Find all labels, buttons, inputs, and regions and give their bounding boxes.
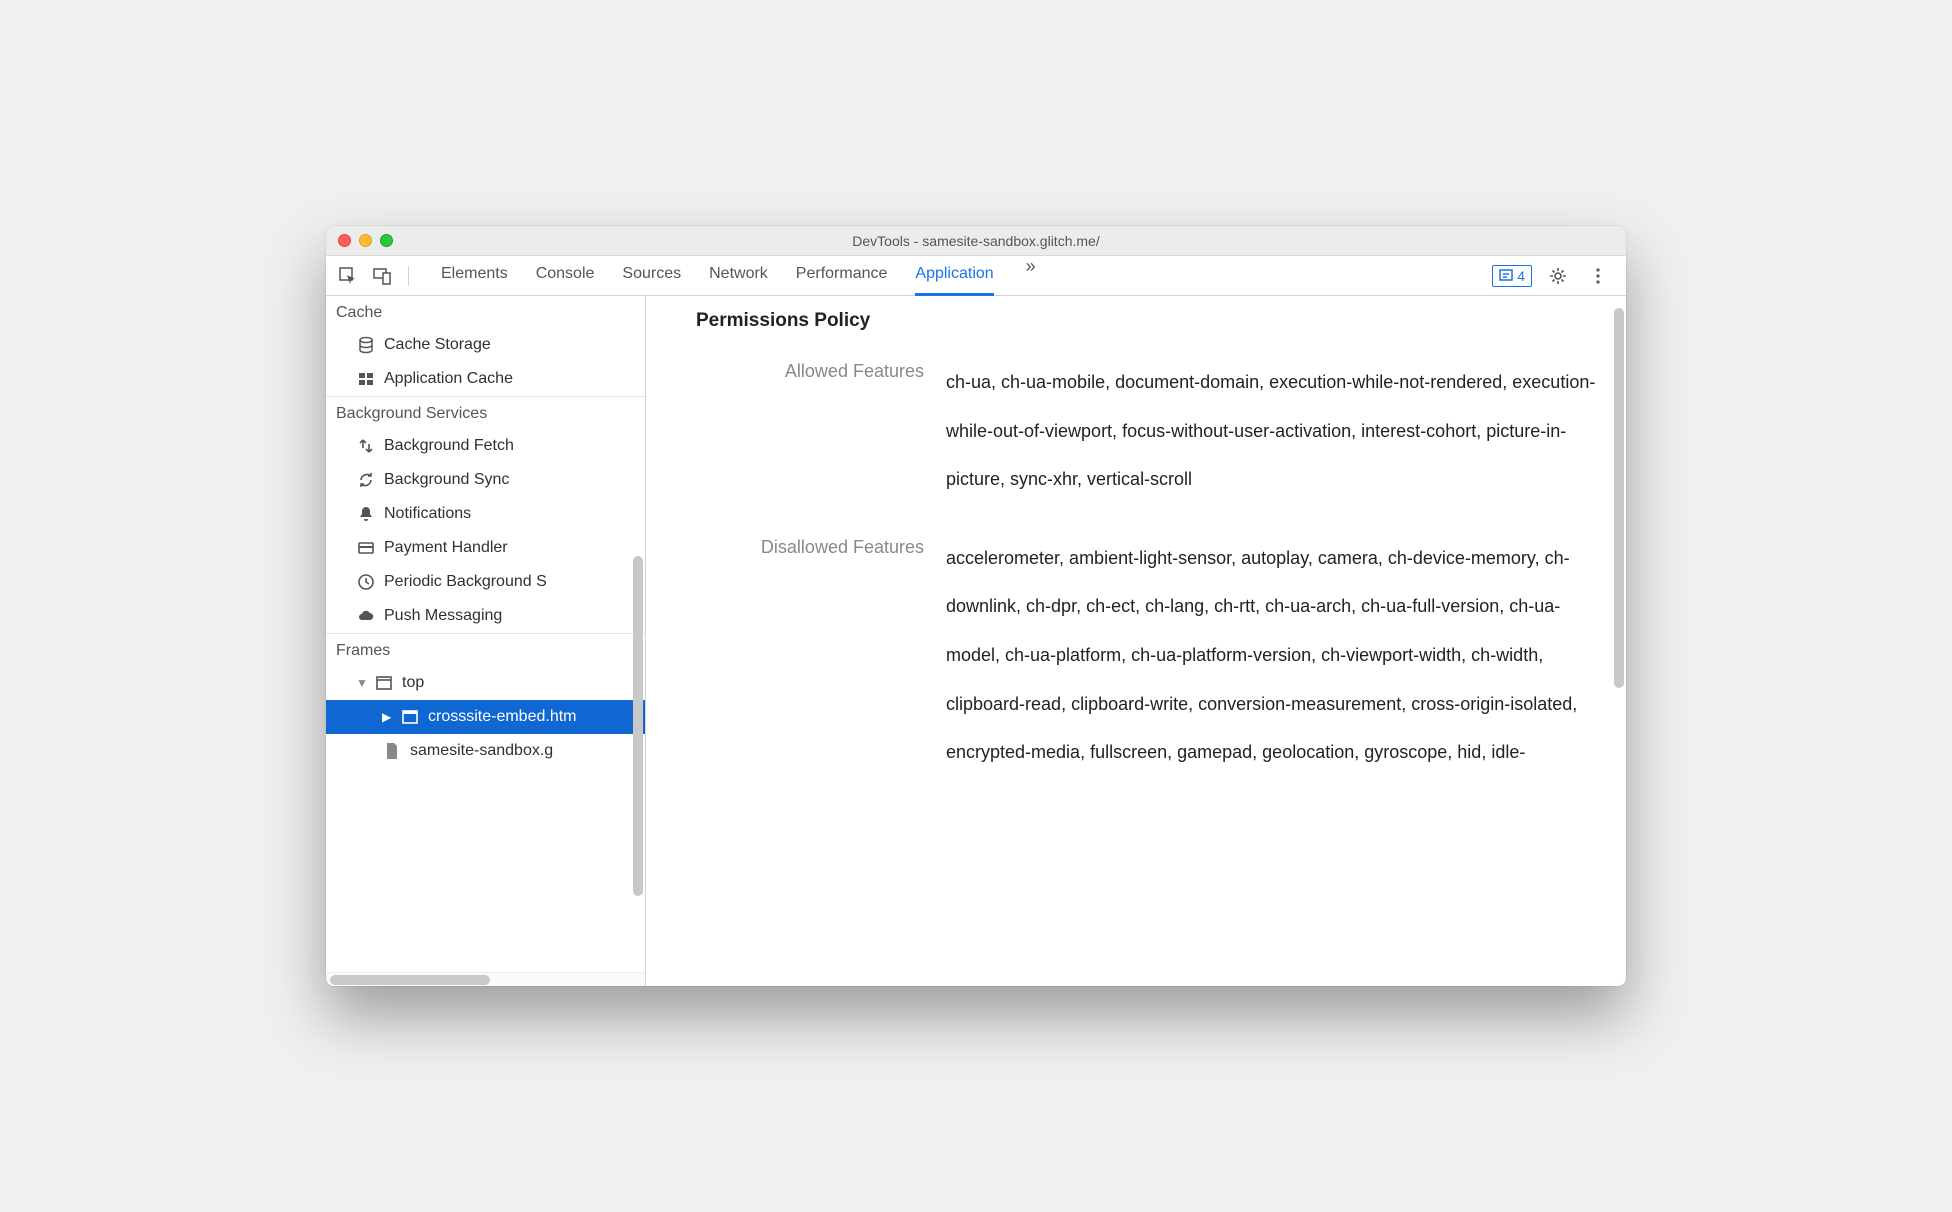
tab-sources[interactable]: Sources	[622, 256, 681, 296]
toolbar: Elements Console Sources Network Perform…	[326, 256, 1626, 296]
card-icon	[356, 539, 376, 557]
sidebar-item-background-sync[interactable]: Background Sync	[326, 463, 645, 497]
panel-tabs: Elements Console Sources Network Perform…	[441, 256, 1486, 296]
window-title: DevTools - samesite-sandbox.glitch.me/	[326, 233, 1626, 249]
tab-application[interactable]: Application	[915, 256, 993, 296]
clock-icon	[356, 573, 376, 591]
sidebar-scrollbar[interactable]	[633, 556, 643, 896]
database-icon	[356, 336, 376, 354]
grid-icon	[356, 370, 376, 388]
sidebar-section-cache: Cache	[326, 296, 645, 328]
main-scrollbar[interactable]	[1614, 308, 1624, 688]
document-icon	[382, 742, 402, 760]
sidebar-item-background-fetch[interactable]: Background Fetch	[326, 429, 645, 463]
disallowed-features-label: Disallowed Features	[696, 534, 946, 777]
disallowed-features-value: accelerometer, ambient-light-sensor, aut…	[946, 534, 1604, 777]
allowed-features-row: Allowed Features ch-ua, ch-ua-mobile, do…	[696, 358, 1604, 504]
devtools-window: DevTools - samesite-sandbox.glitch.me/ E…	[326, 226, 1626, 986]
fetch-icon	[356, 437, 376, 455]
sidebar-item-notifications[interactable]: Notifications	[326, 497, 645, 531]
frame-crosssite-embed[interactable]: ▶ crosssite-embed.htm	[326, 700, 645, 734]
more-menu-icon[interactable]	[1584, 262, 1612, 290]
toolbar-divider	[408, 266, 409, 286]
issues-count: 4	[1517, 268, 1525, 284]
sidebar: Cache Cache Storage Application Cache Ba…	[326, 296, 646, 986]
disallowed-features-row: Disallowed Features accelerometer, ambie…	[696, 534, 1604, 777]
iframe-icon	[400, 708, 420, 726]
sidebar-item-push-messaging[interactable]: Push Messaging	[326, 599, 645, 633]
tab-performance[interactable]: Performance	[796, 256, 888, 296]
main-panel: Permissions Policy Allowed Features ch-u…	[646, 296, 1626, 986]
sidebar-item-application-cache[interactable]: Application Cache	[326, 362, 645, 396]
tab-console[interactable]: Console	[536, 256, 595, 296]
sync-icon	[356, 471, 376, 489]
inspect-element-icon[interactable]	[334, 262, 362, 290]
window-icon	[374, 674, 394, 692]
sidebar-section-background-services: Background Services	[326, 396, 645, 429]
content-area: Cache Cache Storage Application Cache Ba…	[326, 296, 1626, 986]
sidebar-item-cache-storage[interactable]: Cache Storage	[326, 328, 645, 362]
frame-document[interactable]: samesite-sandbox.g	[326, 734, 645, 768]
allowed-features-label: Allowed Features	[696, 358, 946, 504]
device-toolbar-icon[interactable]	[368, 262, 396, 290]
sidebar-horizontal-scrollbar[interactable]	[326, 972, 645, 986]
issues-icon	[1499, 269, 1513, 283]
chevron-right-icon: ▶	[382, 710, 392, 724]
frame-top[interactable]: ▼ top	[326, 666, 645, 700]
permissions-policy-heading: Permissions Policy	[696, 310, 1604, 332]
chevron-down-icon: ▼	[356, 676, 366, 690]
bell-icon	[356, 505, 376, 523]
toolbar-right: 4	[1492, 262, 1618, 290]
titlebar: DevTools - samesite-sandbox.glitch.me/	[326, 226, 1626, 256]
tab-network[interactable]: Network	[709, 256, 768, 296]
sidebar-item-payment-handler[interactable]: Payment Handler	[326, 531, 645, 565]
settings-icon[interactable]	[1544, 262, 1572, 290]
more-tabs-icon[interactable]: »	[1022, 256, 1040, 296]
sidebar-section-frames: Frames	[326, 633, 645, 666]
allowed-features-value: ch-ua, ch-ua-mobile, document-domain, ex…	[946, 358, 1604, 504]
sidebar-item-periodic-sync[interactable]: Periodic Background S	[326, 565, 645, 599]
cloud-icon	[356, 607, 376, 625]
issues-badge[interactable]: 4	[1492, 265, 1532, 287]
tab-elements[interactable]: Elements	[441, 256, 508, 296]
